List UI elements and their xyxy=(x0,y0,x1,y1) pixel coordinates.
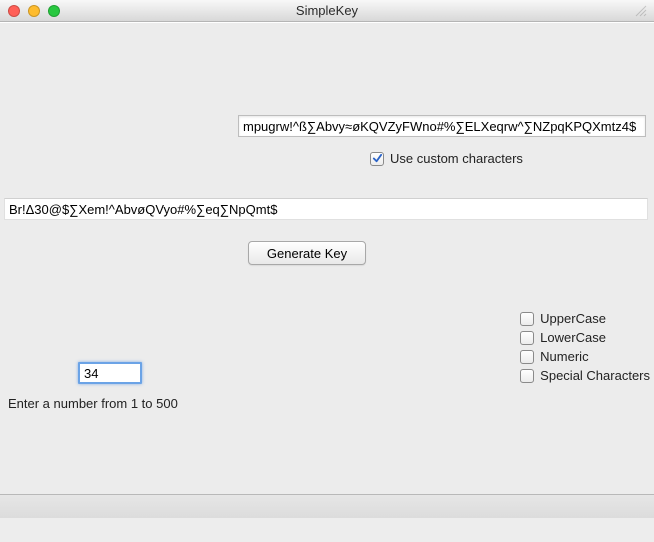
zoom-icon[interactable] xyxy=(48,5,60,17)
length-helper-text: Enter a number from 1 to 500 xyxy=(8,396,178,411)
option-lowercase-row: LowerCase xyxy=(520,330,650,345)
content-area: Use custom characters Generate Key Upper… xyxy=(0,22,654,518)
lowercase-checkbox[interactable] xyxy=(520,331,534,345)
uppercase-checkbox[interactable] xyxy=(520,312,534,326)
uppercase-label: UpperCase xyxy=(540,311,606,326)
titlebar: SimpleKey xyxy=(0,0,654,22)
use-custom-characters-label: Use custom characters xyxy=(390,151,523,166)
window-controls xyxy=(0,5,60,17)
minimize-icon[interactable] xyxy=(28,5,40,17)
lowercase-label: LowerCase xyxy=(540,330,606,345)
option-numeric-row: Numeric xyxy=(520,349,650,364)
numeric-checkbox[interactable] xyxy=(520,350,534,364)
option-uppercase-row: UpperCase xyxy=(520,311,650,326)
length-input[interactable] xyxy=(78,362,142,384)
footer-groove xyxy=(0,494,654,518)
generate-key-button[interactable]: Generate Key xyxy=(248,241,366,265)
numeric-label: Numeric xyxy=(540,349,588,364)
resize-icon xyxy=(634,4,648,18)
use-custom-characters-row: Use custom characters xyxy=(370,151,523,166)
special-characters-label: Special Characters xyxy=(540,368,650,383)
close-icon[interactable] xyxy=(8,5,20,17)
character-options: UpperCase LowerCase Numeric Special Char… xyxy=(520,311,650,383)
special-characters-checkbox[interactable] xyxy=(520,369,534,383)
window-title: SimpleKey xyxy=(0,3,654,18)
use-custom-characters-checkbox[interactable] xyxy=(370,152,384,166)
generated-key-output[interactable] xyxy=(4,198,648,220)
custom-characters-input[interactable] xyxy=(238,115,646,137)
option-special-row: Special Characters xyxy=(520,368,650,383)
